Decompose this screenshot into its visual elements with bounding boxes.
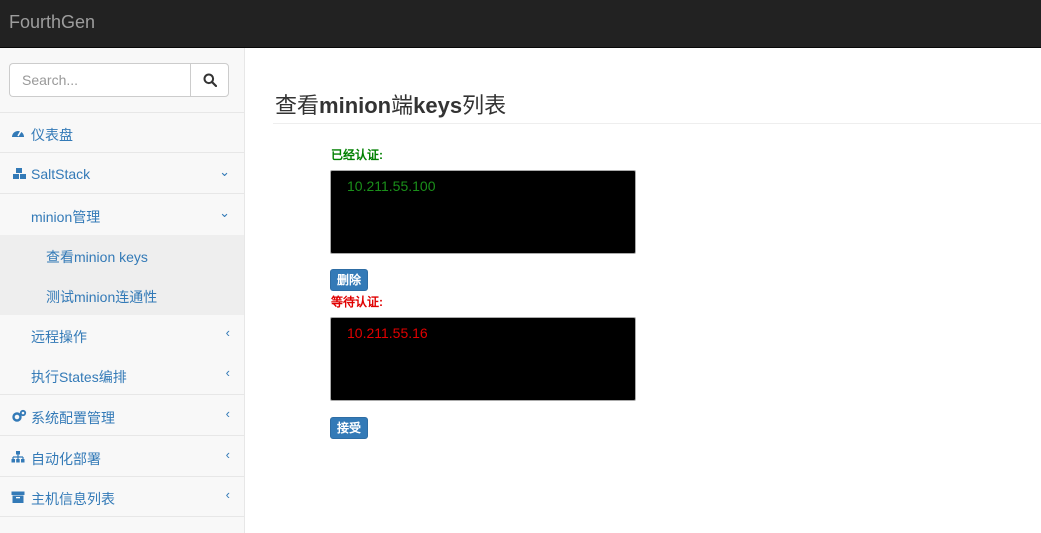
sidebar-item-label: 主机信息列表 (31, 491, 115, 507)
sidebar-item-hosts[interactable]: 主机信息列表 ‹ (0, 477, 244, 517)
sidebar-item-deploy[interactable]: 自动化部署 ‹ (0, 437, 244, 477)
pending-keys-box[interactable]: 10.211.55.16 (330, 317, 636, 401)
sidebar-item-label: 仪表盘 (31, 127, 73, 143)
chevron-left-icon: ‹ (225, 325, 230, 340)
search-button[interactable] (190, 63, 229, 97)
sidebar-item-test-minion[interactable]: 测试minion连通性 (0, 275, 244, 315)
chevron-down-icon: ⌄ (219, 164, 230, 179)
sidebar-item-label: 测试minion连通性 (46, 289, 158, 305)
sidebar-item-label: 执行States编排 (31, 369, 127, 385)
chevron-left-icon: ‹ (225, 447, 230, 462)
sidebar-item-states[interactable]: 执行States编排 ‹ (0, 355, 244, 395)
sidebar-search (0, 48, 244, 113)
search-icon (203, 73, 217, 87)
sidebar-item-saltstack[interactable]: SaltStack ⌄ (0, 154, 244, 194)
brand-logo[interactable]: FourthGen (9, 12, 95, 33)
sidebar: 仪表盘 SaltStack ⌄ minion管理 ⌄ 查看minion keys… (0, 48, 245, 533)
sidebar-item-label: 系统配置管理 (31, 410, 115, 426)
sitemap-icon (11, 451, 25, 463)
sidebar-item-label: 远程操作 (31, 329, 87, 345)
cogs-icon (12, 409, 27, 422)
sidebar-item-label: minion管理 (31, 209, 101, 225)
chevron-left-icon: ‹ (225, 365, 230, 380)
sidebar-item-config[interactable]: 系统配置管理 ‹ (0, 396, 244, 436)
sidebar-item-minion-manage[interactable]: minion管理 ⌄ (0, 195, 244, 235)
search-input[interactable] (9, 63, 191, 97)
sidebar-item-remote-ops[interactable]: 远程操作 ‹ (0, 315, 244, 355)
accepted-keys-box[interactable]: 10.211.55.100 (330, 170, 636, 254)
cubes-icon (13, 168, 26, 179)
main-content: 查看minion端keys列表 已经认证: 10.211.55.100 删除 等… (245, 48, 1041, 533)
top-navbar: FourthGen (0, 0, 1041, 48)
sidebar-item-view-minion-keys[interactable]: 查看minion keys (0, 235, 244, 275)
divider (273, 123, 1041, 124)
chevron-left-icon: ‹ (225, 487, 230, 502)
pending-label: 等待认证: (331, 295, 383, 309)
dashboard-icon (12, 130, 24, 137)
accepted-label: 已经认证: (331, 148, 383, 162)
sidebar-item-label: SaltStack (31, 166, 91, 182)
sidebar-item-dashboard[interactable]: 仪表盘 (0, 113, 244, 153)
sidebar-item-label: 查看minion keys (46, 249, 148, 265)
archive-icon (11, 491, 25, 503)
delete-button[interactable]: 删除 (330, 269, 369, 291)
accept-button[interactable]: 接受 (330, 417, 369, 439)
sidebar-item-label: 自动化部署 (31, 451, 101, 467)
chevron-left-icon: ‹ (225, 406, 230, 421)
page-title: 查看minion端keys列表 (275, 93, 507, 118)
chevron-down-icon: ⌄ (219, 205, 230, 220)
